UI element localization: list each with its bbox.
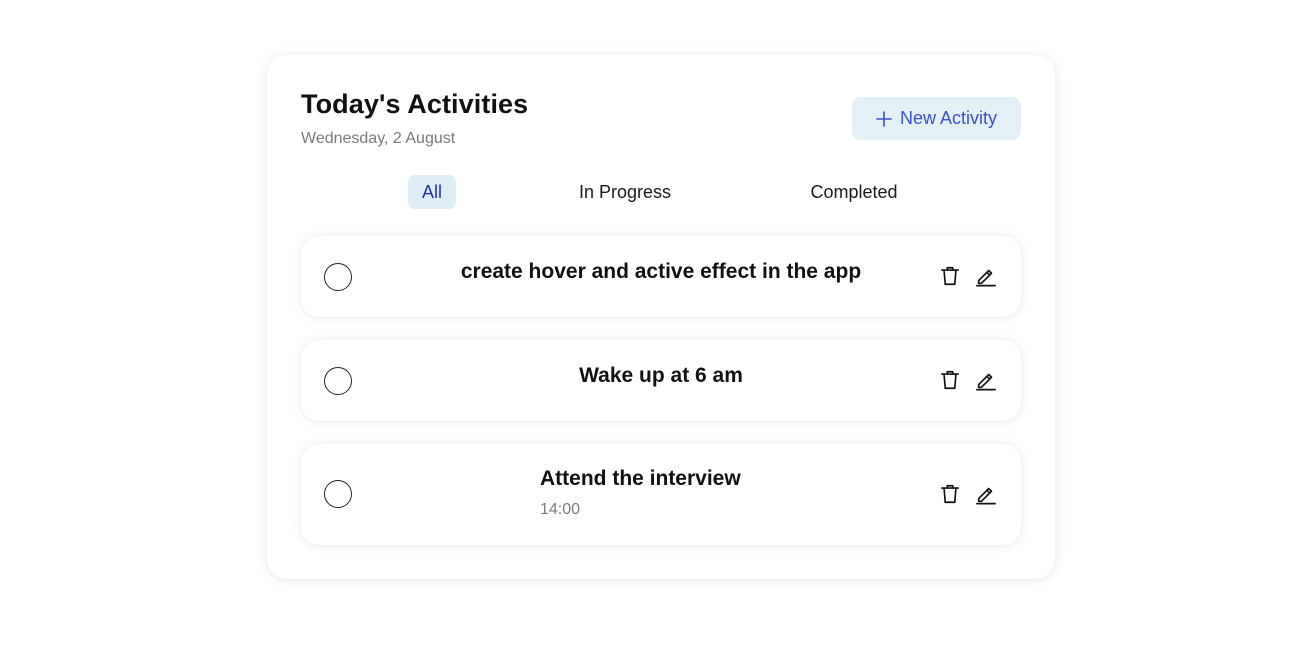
activity-item: create hover and active effect in the ap…	[301, 236, 1021, 317]
tab-completed[interactable]: Completed	[793, 175, 915, 209]
pencil-icon[interactable]	[974, 482, 998, 506]
activities-card: Today's Activities Wednesday, 2 August N…	[267, 55, 1055, 579]
activity-title: Wake up at 6 am	[579, 364, 743, 387]
page-title: Today's Activities	[301, 89, 529, 119]
new-activity-button[interactable]: New Activity	[852, 97, 1021, 140]
trash-icon[interactable]	[938, 368, 962, 392]
complete-checkbox[interactable]	[324, 480, 352, 508]
activity-item: Wake up at 6 am	[301, 340, 1021, 421]
pencil-icon[interactable]	[974, 368, 998, 392]
trash-icon[interactable]	[938, 264, 962, 288]
activity-time: 14:00	[540, 501, 581, 518]
tab-in-progress[interactable]: In Progress	[563, 175, 687, 209]
activity-content: Attend the interview 14:00	[540, 467, 741, 519]
tab-all[interactable]: All	[408, 175, 456, 209]
pencil-icon[interactable]	[974, 264, 998, 288]
activity-title: create hover and active effect in the ap…	[460, 260, 862, 283]
activity-item: Attend the interview 14:00	[301, 444, 1021, 545]
trash-icon[interactable]	[938, 482, 962, 506]
plus-icon	[876, 110, 892, 127]
date-subtitle: Wednesday, 2 August	[301, 130, 456, 147]
new-activity-label: New Activity	[899, 108, 998, 128]
activity-title: Attend the interview	[540, 467, 741, 490]
